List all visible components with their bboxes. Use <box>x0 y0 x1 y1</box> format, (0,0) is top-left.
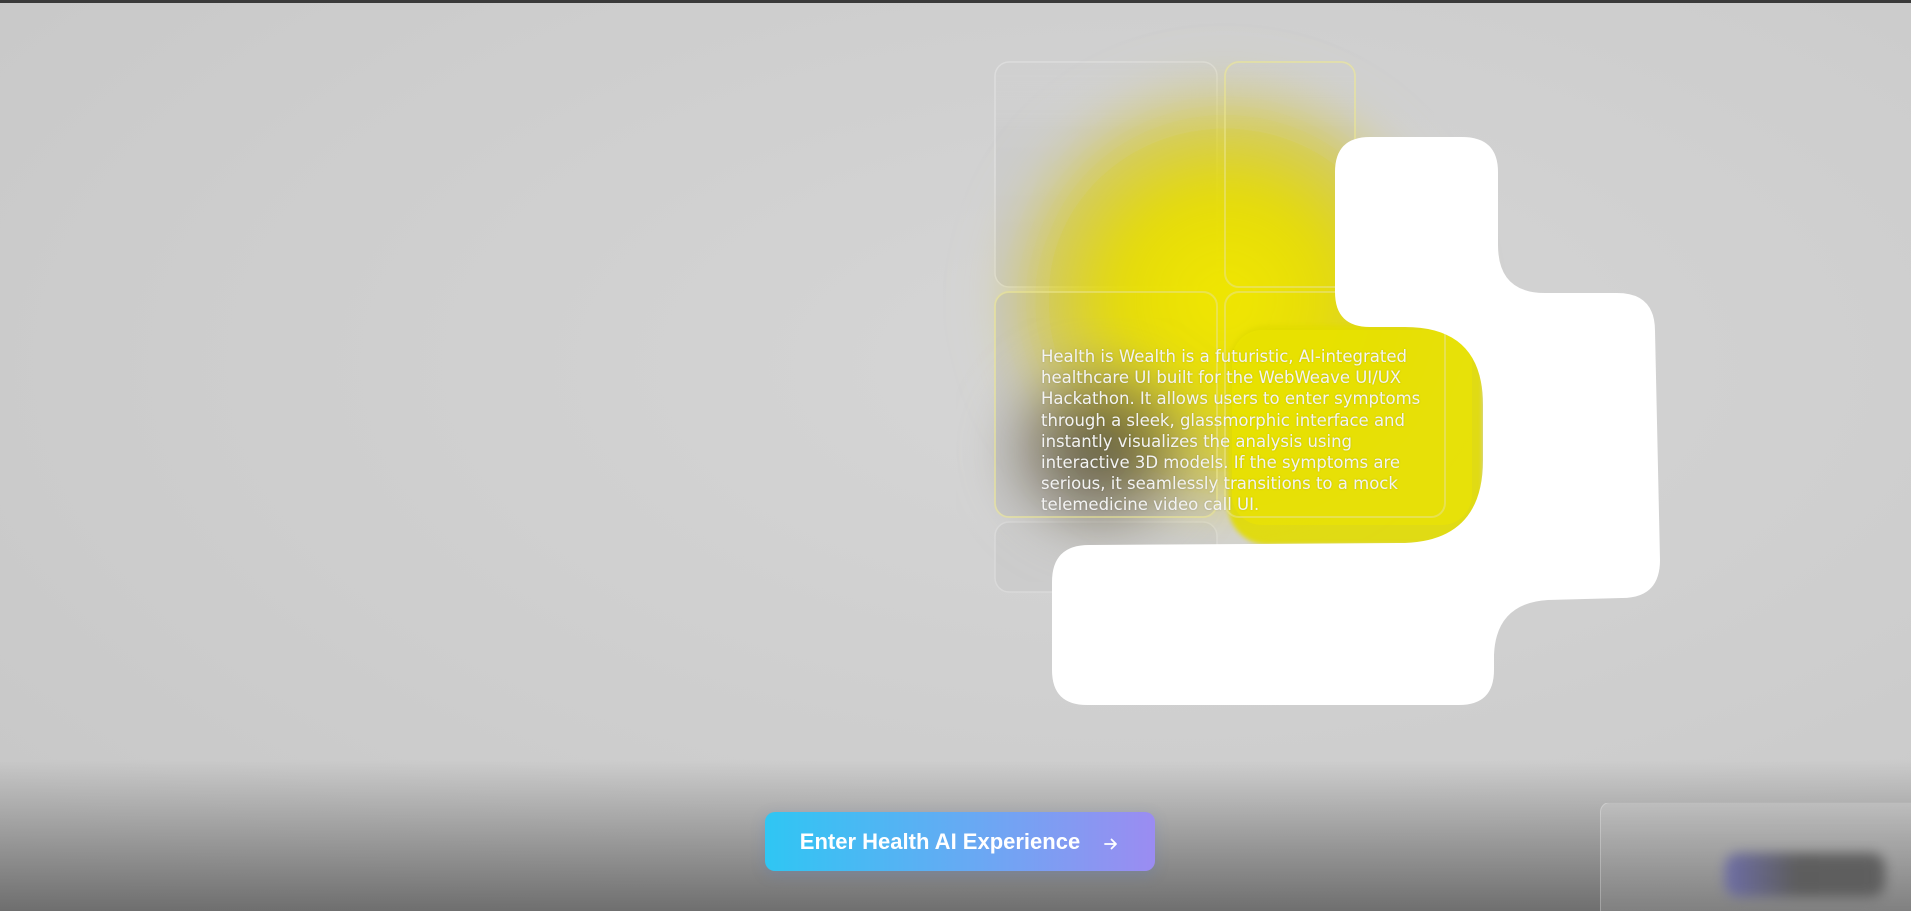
cta-label: Enter Health AI Experience <box>799 828 1081 854</box>
corner-blurred-widget <box>1725 853 1885 897</box>
enter-health-ai-button[interactable]: Enter Health AI Experience <box>765 812 1155 871</box>
hero-description: Health is Wealth is a futuristic, AI-int… <box>1041 347 1421 515</box>
arrow-right-icon <box>1102 833 1120 851</box>
